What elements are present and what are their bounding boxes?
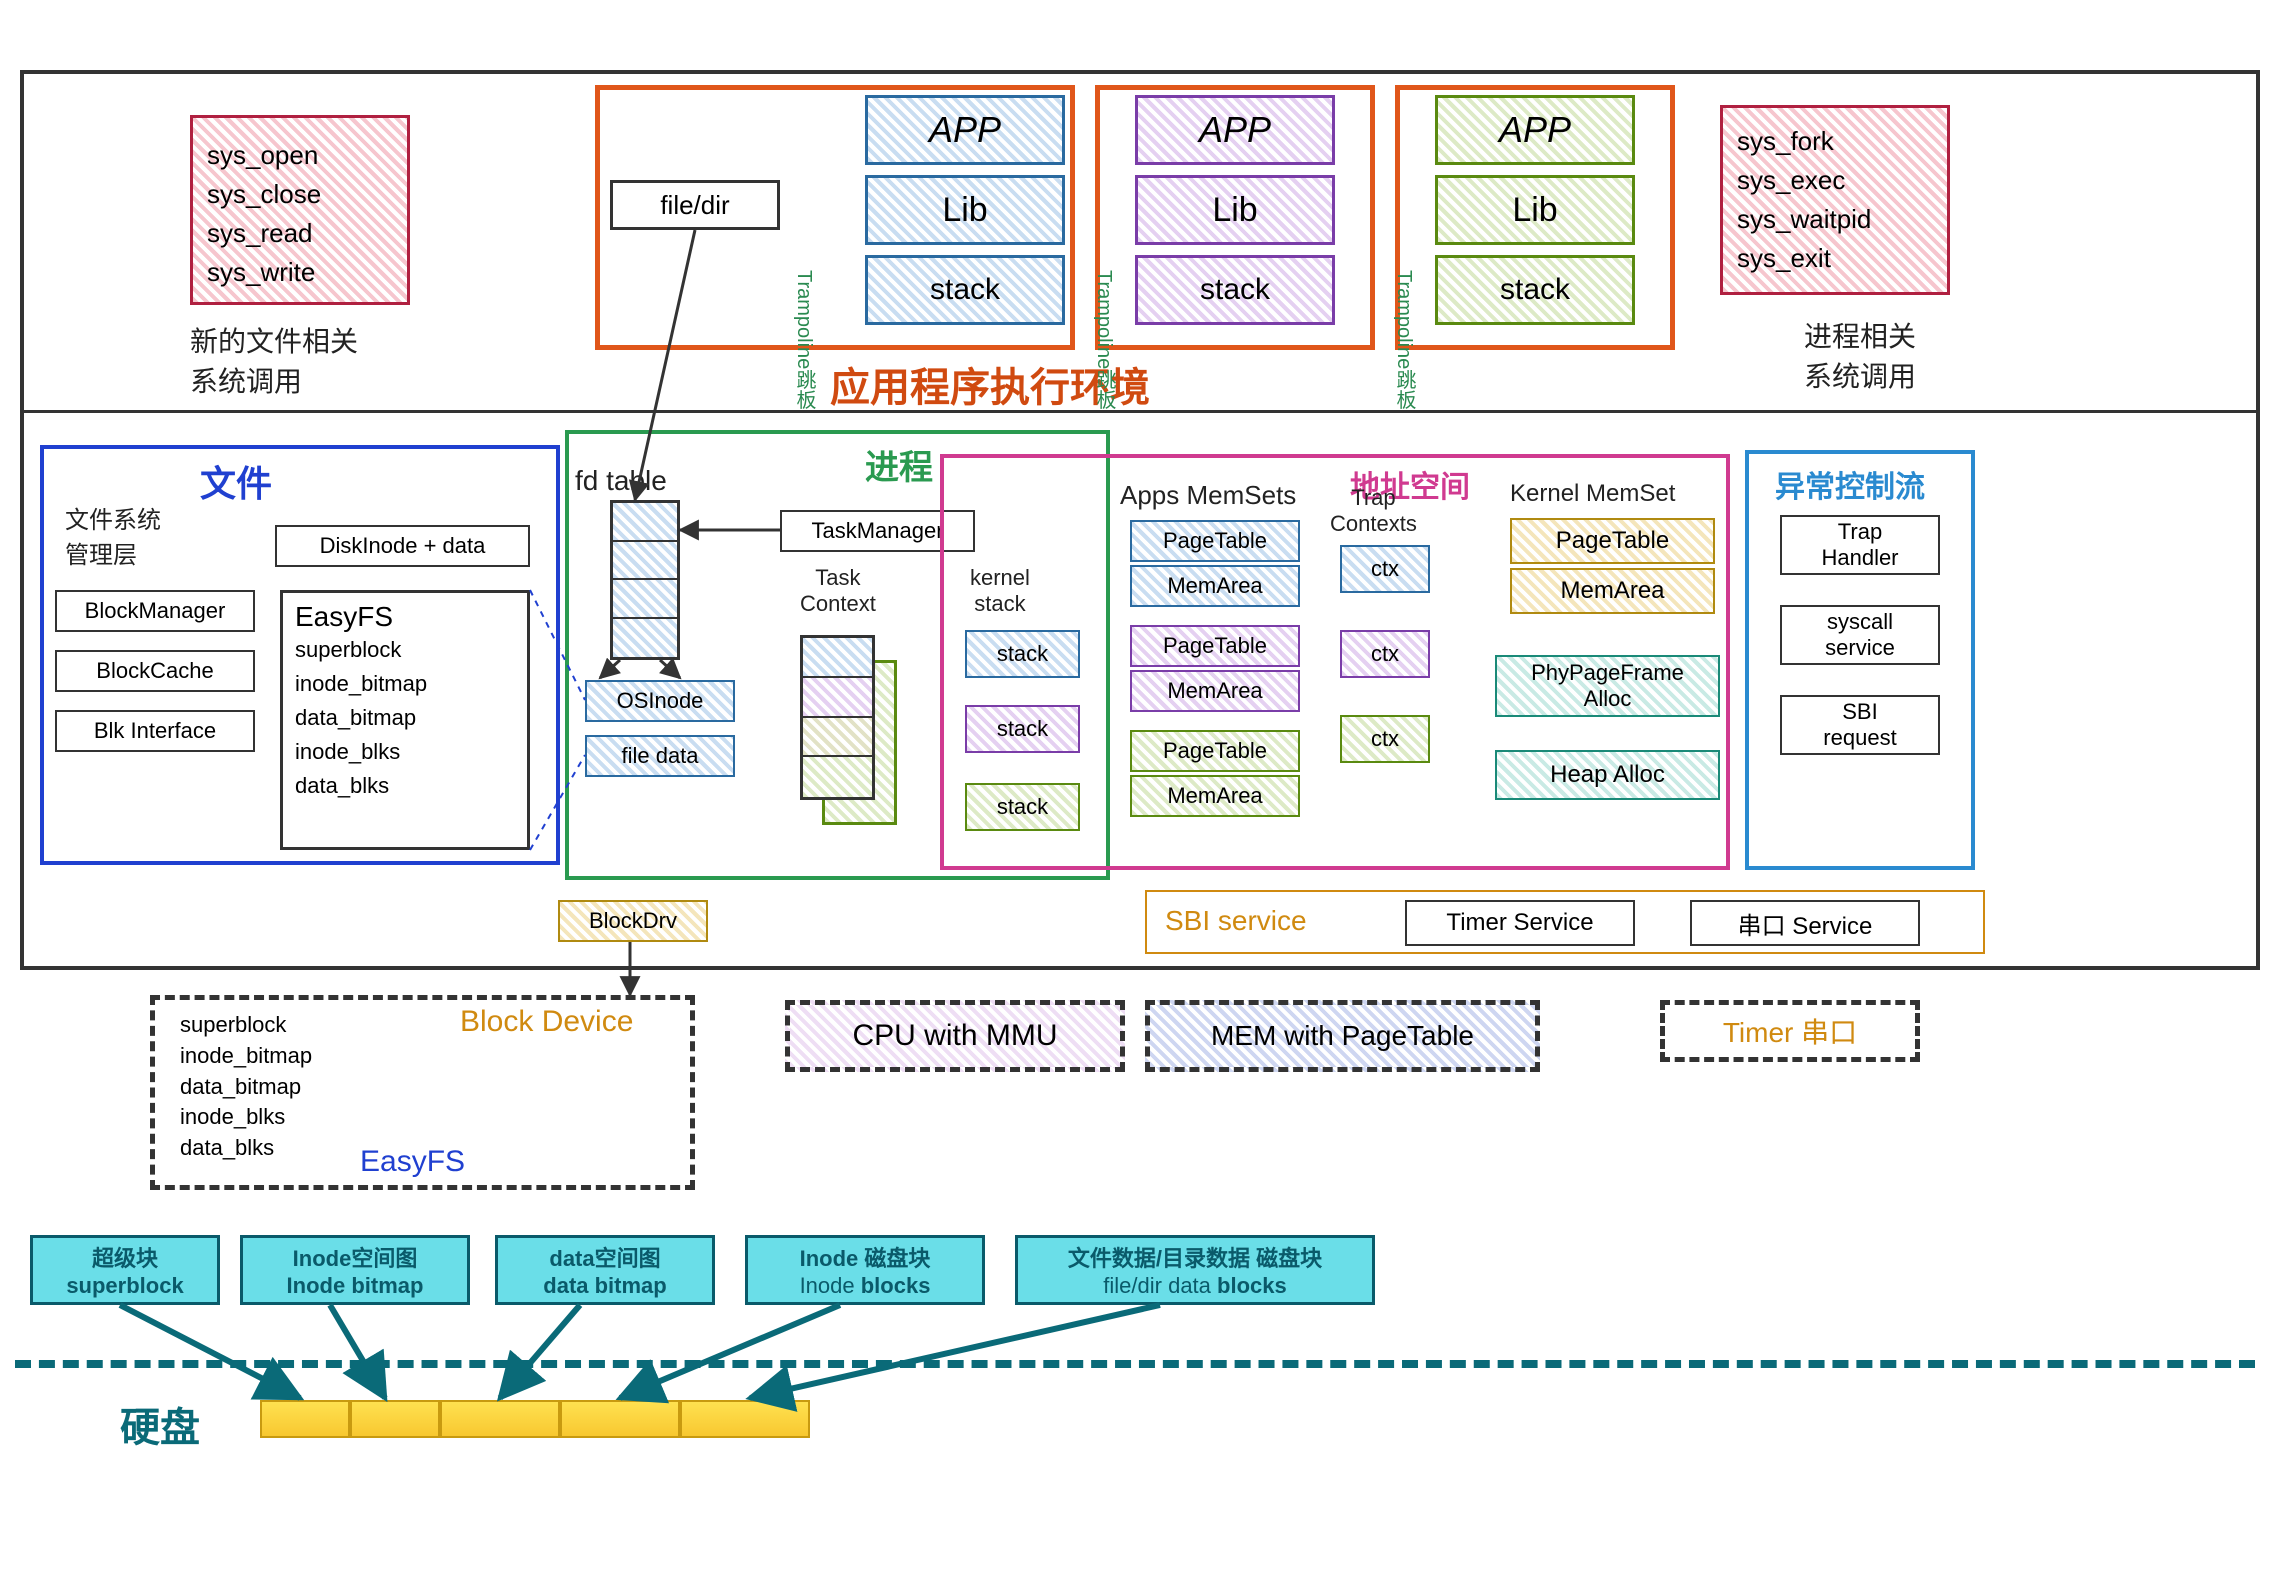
sbi-request: SBI request [1780, 695, 1940, 755]
kernel-ma: MemArea [1510, 568, 1715, 614]
ctx-1: ctx [1340, 545, 1430, 593]
app-1-lib: Lib [865, 175, 1065, 245]
app-3-lib: Lib [1435, 175, 1635, 245]
phy-alloc: PhyPageFrame Alloc [1495, 655, 1720, 717]
memset3-pt: PageTable [1130, 730, 1300, 772]
easyfs-box: EasyFS superblock inode_bitmap data_bitm… [280, 590, 530, 850]
disk-block-inode-bitmap: Inode空间图 Inode bitmap [240, 1235, 470, 1305]
app-2-app: APP [1135, 95, 1335, 165]
diskinode-box: DiskInode + data [275, 525, 530, 567]
disk-seg-5 [680, 1400, 810, 1438]
fs-mgmt-layer: 文件系统 管理层 [65, 500, 161, 570]
sys-waitpid: sys_waitpid [1737, 200, 1933, 239]
disk-seg-3 [440, 1400, 560, 1438]
memset2-pt: PageTable [1130, 625, 1300, 667]
hw-inode-bitmap: inode_bitmap [180, 1041, 312, 1072]
hw-superblock: superblock [180, 1010, 312, 1041]
memset3-ma: MemArea [1130, 775, 1300, 817]
disk-seg-2 [350, 1400, 440, 1438]
hw-inode-blks: inode_blks [180, 1102, 312, 1133]
sys-exec: sys_exec [1737, 161, 1933, 200]
app-2-lib: Lib [1135, 175, 1335, 245]
fd-table-icon [610, 500, 680, 660]
app-1-app: APP [865, 95, 1065, 165]
easyfs-data-bitmap: data_bitmap [295, 701, 515, 735]
easyfs-inode-blks: inode_blks [295, 735, 515, 769]
disk-block-data-bitmap: data空间图 data bitmap [495, 1235, 715, 1305]
memset1-pt: PageTable [1130, 520, 1300, 562]
easyfs-title: EasyFS [295, 601, 515, 633]
new-fs-syscalls-box: sys_open sys_close sys_read sys_write [190, 115, 410, 305]
block-cache-box: BlockCache [55, 650, 255, 692]
app-3-app: APP [1435, 95, 1635, 165]
sbi-label: SBI service [1165, 905, 1307, 937]
disk-seg-1 [260, 1400, 350, 1438]
diagram-canvas: sys_open sys_close sys_read sys_write 新的… [10, 10, 2269, 1567]
sys-close: sys_close [207, 175, 393, 214]
file-title: 文件 [200, 455, 272, 507]
hw-data-bitmap: data_bitmap [180, 1072, 312, 1103]
app-3-stack: stack [1435, 255, 1635, 325]
disk-divider [15, 1360, 2255, 1368]
ctx-3: ctx [1340, 715, 1430, 763]
osinode-box: OSInode [585, 680, 735, 722]
exception-title: 异常控制流 [1775, 462, 1925, 506]
kernel-memset-label: Kernel MemSet [1510, 480, 1675, 508]
sys-exit: sys_exit [1737, 239, 1933, 278]
heap-alloc: Heap Alloc [1495, 750, 1720, 800]
memset2-ma: MemArea [1130, 670, 1300, 712]
file-data-box: file data [585, 735, 735, 777]
memset1-ma: MemArea [1130, 565, 1300, 607]
timer-uart-box: Timer 串口 [1660, 1000, 1920, 1062]
syscall-service: syscall service [1780, 605, 1940, 665]
timer-service: Timer Service [1405, 900, 1635, 946]
sys-fork: sys_fork [1737, 122, 1933, 161]
disk-block-inode-blocks: Inode 磁盘块 Inode blocks [745, 1235, 985, 1305]
mem-pt-box: MEM with PageTable [1145, 1000, 1540, 1072]
block-device-label: Block Device [460, 1005, 633, 1039]
easyfs-inode-bitmap: inode_bitmap [295, 667, 515, 701]
hw-data-blks: data_blks [180, 1133, 312, 1164]
task-context-icon [800, 635, 895, 825]
disk-block-superblock: 超级块 superblock [30, 1235, 220, 1305]
new-fs-syscalls-caption: 新的文件相关 系统调用 [190, 320, 450, 400]
hw-layout-items: superblock inode_bitmap data_bitmap inod… [180, 1010, 312, 1164]
disk-block-filedir-blocks: 文件数据/目录数据 磁盘块 file/dir data blocks [1015, 1235, 1375, 1305]
fd-table-label: fd table [575, 465, 667, 497]
blk-interface-box: Blk Interface [55, 710, 255, 752]
block-manager-box: BlockManager [55, 590, 255, 632]
sys-read: sys_read [207, 214, 393, 253]
sys-write: sys_write [207, 253, 393, 292]
app-1-stack: stack [865, 255, 1065, 325]
trap-contexts-label: Trap Contexts [1330, 485, 1417, 537]
kernel-pt: PageTable [1510, 518, 1715, 564]
sys-open: sys_open [207, 136, 393, 175]
disk-label: 硬盘 [120, 1395, 200, 1453]
block-drv: BlockDrv [558, 900, 708, 942]
cpu-mmu-box: CPU with MMU [785, 1000, 1125, 1072]
uart-service: 串口 Service [1690, 900, 1920, 946]
process-title: 进程 [865, 440, 933, 489]
easyfs-superblock: superblock [295, 633, 515, 667]
proc-syscalls-caption: 进程相关 系统调用 [1760, 315, 1960, 395]
hw-easyfs-label: EasyFS [360, 1145, 465, 1179]
easyfs-data-blks: data_blks [295, 769, 515, 803]
app-2-stack: stack [1135, 255, 1335, 325]
task-context-label: Task Context [800, 565, 876, 617]
trap-handler: Trap Handler [1780, 515, 1940, 575]
apps-memsets-label: Apps MemSets [1120, 480, 1296, 511]
ctx-2: ctx [1340, 630, 1430, 678]
disk-seg-4 [560, 1400, 680, 1438]
proc-syscalls-box: sys_fork sys_exec sys_waitpid sys_exit [1720, 105, 1950, 295]
